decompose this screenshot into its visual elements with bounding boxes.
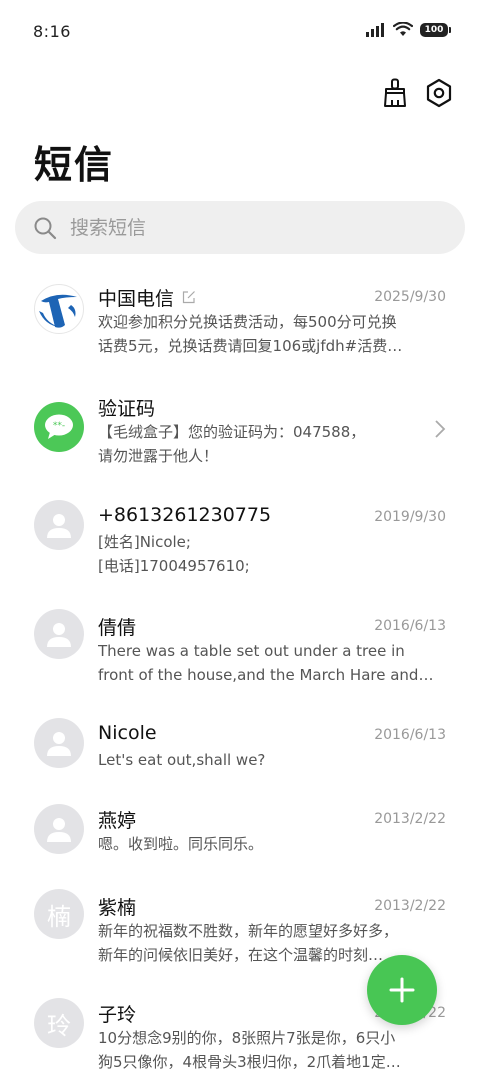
page-title: 短信 [34,143,115,187]
new-message-button[interactable] [367,955,437,1025]
settings-button[interactable] [424,76,454,110]
conversation-snippet: [姓名]Nicole; [电话]17004957610; [98,533,250,575]
clean-button[interactable] [380,76,410,110]
broom-icon [384,78,406,107]
chevron-right-icon [435,420,446,438]
conversation-date: 2013/2/22 [374,898,446,914]
avatar [34,609,84,659]
conversation-name: Nicole [98,722,157,744]
conversation-snippet: 【毛绒盒子】您的验证码为：047588， 请勿泄露于他人！ [98,423,366,465]
conversation-item[interactable]: Nicole 2016/6/13 Let's eat out,shall we? [0,710,480,790]
conversation-name: 子玲 [98,1004,137,1026]
telecom-logo-avatar [34,284,84,334]
conversation-date: 2019/9/30 [374,509,446,525]
battery-icon: 100 [420,22,451,37]
svg-text:**-: **- [53,421,65,431]
conversation-name: 验证码 [98,398,156,420]
edit-icon [182,291,195,304]
conversation-date: 2016/6/13 [374,727,446,743]
message-bubble-icon: **- [45,414,73,439]
search-input[interactable] [68,215,432,240]
person-icon [47,623,71,647]
conversation-snippet: 嗯。收到啦。同乐同乐。 [98,835,264,853]
telecom-logo-icon [39,294,77,328]
plus-icon [389,977,415,1003]
search-bar[interactable] [15,201,465,254]
avatar: 楠 [34,889,84,939]
avatar [34,804,84,854]
conversation-date: 2025/9/30 [374,289,446,305]
avatar: **- [34,402,84,452]
search-icon [32,215,58,241]
avatar [34,500,84,550]
conversation-item[interactable]: 倩倩 2016/6/13 There was a table set out u… [0,601,480,701]
conversation-item[interactable]: 燕婷 2013/2/22 嗯。收到啦。同乐同乐。 [0,794,480,874]
conversation-name: 中国电信 [98,284,196,311]
status-time: 8:16 [33,22,71,41]
avatar: 玲 [34,998,84,1048]
conversation-item[interactable]: 中国电信 2025/9/30 欢迎参加积分兑换话费活动，每500分可兑换 话费5… [0,272,480,372]
battery-level: 100 [424,24,444,35]
conversation-snippet: There was a table set out under a tree i… [98,642,434,684]
signal-icon [366,22,384,37]
wifi-icon [393,22,413,36]
status-bar: 8:16 100 [0,0,480,66]
conversation-snippet: Let's eat out,shall we? [98,751,266,769]
person-icon [47,732,71,756]
top-actions [380,76,454,110]
conversation-name: +8613261230775 [98,504,272,526]
status-icons: 100 [366,22,451,37]
conversation-item[interactable]: +8613261230775 2019/9/30 [姓名]Nicole; [电话… [0,492,480,592]
conversation-item[interactable]: **- 验证码 【毛绒盒子】您的验证码为：047588， 请勿泄露于他人！ [0,382,480,482]
conversation-name: 倩倩 [98,617,137,639]
gear-icon [426,78,452,108]
avatar [34,718,84,768]
person-icon [47,514,71,538]
person-icon [47,818,71,842]
conversation-snippet: 欢迎参加积分兑换话费活动，每500分可兑换 话费5元，兑换话费请回复106或jf… [98,313,403,355]
conversation-date: 2016/6/13 [374,618,446,634]
conversation-name: 紫楠 [98,897,137,919]
conversation-date: 2013/2/22 [374,811,446,827]
conversation-name: 燕婷 [98,810,137,832]
